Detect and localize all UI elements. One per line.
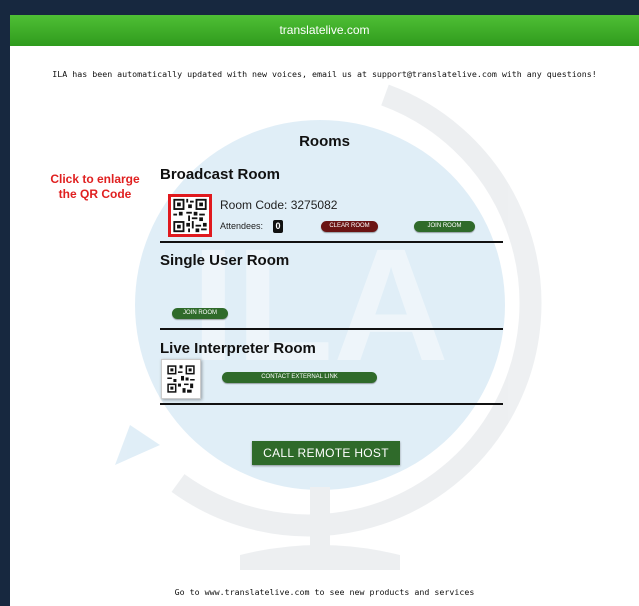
footer-text: Go to www.translatelive.com to see new p… (174, 587, 475, 597)
single-user-room-heading: Single User Room (160, 252, 290, 269)
qr-highlight-box (168, 194, 212, 237)
broadcast-room-heading: Broadcast Room (160, 166, 281, 183)
annotation-line-1: Click to enlarge (50, 172, 140, 186)
single-user-join-room-button[interactable]: JOIN ROOM (172, 308, 228, 319)
ila-globe-watermark: ILA (115, 84, 542, 570)
live-interpreter-qr-code[interactable] (161, 359, 201, 399)
site-header: translatelive.com (10, 15, 639, 46)
update-notice: ILA has been automatically updated with … (52, 69, 597, 79)
qr-code-icon (162, 360, 200, 398)
broadcast-join-room-button[interactable]: JOIN ROOM (414, 221, 475, 232)
live-interpreter-room-heading: Live Interpreter Room (160, 340, 316, 357)
call-remote-host-button[interactable]: CALL REMOTE HOST (252, 441, 400, 465)
contact-external-link-button[interactable]: CONTACT EXTERNAL LINK (222, 372, 377, 383)
broadcast-room-code: Room Code: 3275082 (220, 198, 338, 212)
annotation-line-2: the QR Code (58, 187, 132, 201)
single-user-divider (160, 328, 503, 330)
broadcast-divider (160, 241, 503, 243)
qr-enlarge-annotation: Click to enlarge the QR Code (40, 172, 150, 202)
site-title[interactable]: translatelive.com (279, 23, 369, 37)
app-frame: ILA translatelive.com ILA has been autom… (10, 15, 639, 606)
attendees-label: Attendees: (220, 221, 264, 231)
rooms-title: Rooms (299, 133, 350, 150)
attendees-count-badge: 0 (273, 220, 283, 233)
clear-room-button[interactable]: CLEAR ROOM (321, 221, 378, 232)
live-interpreter-divider (160, 403, 503, 405)
